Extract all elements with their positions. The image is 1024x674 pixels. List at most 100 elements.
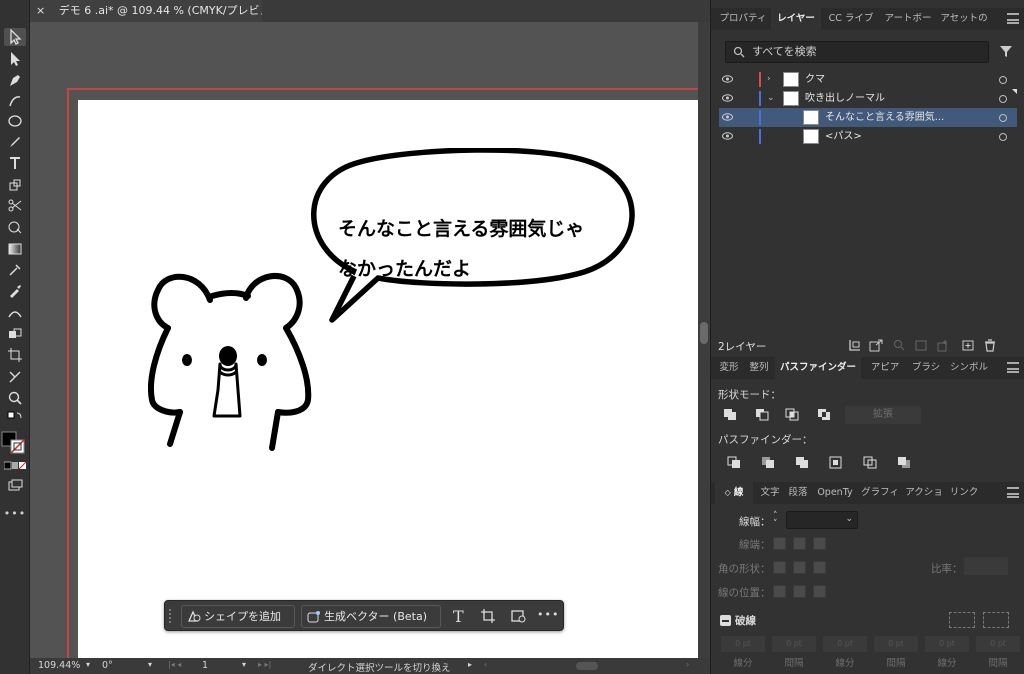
artboard[interactable]: そんなこと言える雰囲気じゃ なかったんだよ	[78, 100, 698, 658]
expand-chevron-icon[interactable]: ›	[767, 70, 771, 89]
zoom-level[interactable]: 109.44%	[38, 660, 80, 671]
chevron-down-icon[interactable]: ⌄	[845, 514, 853, 524]
crop-pathfinder-icon[interactable]	[829, 456, 843, 469]
tab-transform[interactable]: 変形	[715, 357, 743, 379]
type-tool-icon[interactable]	[4, 154, 26, 172]
trim-icon[interactable]	[761, 456, 775, 469]
selection-tool-icon[interactable]	[4, 28, 26, 46]
clipping-mask-icon[interactable]	[914, 339, 928, 352]
scissors-tool-icon[interactable]	[4, 197, 26, 215]
gap-3-input[interactable]: 0 pt	[976, 636, 1020, 652]
layer-row-balloon[interactable]: ⌄ 吹き出しノーマル	[719, 89, 1017, 108]
visibility-eye-icon[interactable]	[722, 75, 733, 83]
rotate-tool-icon[interactable]	[4, 176, 26, 194]
locate-object-icon[interactable]	[848, 339, 862, 352]
live-paint-tool-icon[interactable]	[4, 325, 26, 343]
layer-row-text[interactable]: そんなこと言える雰囲気...	[719, 108, 1017, 127]
layers-search-input[interactable]: すべてを検索	[725, 41, 989, 63]
trash-icon[interactable]	[983, 339, 997, 352]
collapse-chevron-icon[interactable]: ⌄	[767, 89, 775, 108]
scrollbar-thumb[interactable]	[700, 322, 708, 344]
minus-back-icon[interactable]	[897, 456, 911, 469]
tab-appearance[interactable]: アピア	[865, 357, 905, 379]
fill-stroke-swatch[interactable]	[0, 430, 30, 456]
dashed-checkbox[interactable]	[720, 615, 731, 626]
color-mode-icons[interactable]	[4, 460, 26, 472]
symbol-sprayer-tool-icon[interactable]	[4, 261, 26, 279]
eyedropper-tool-icon[interactable]	[4, 282, 26, 300]
dash-align-icon[interactable]	[983, 612, 1009, 628]
export-icon[interactable]	[869, 339, 883, 352]
brush-tool-icon[interactable]	[4, 133, 26, 151]
tab-properties[interactable]: プロパティ	[715, 8, 771, 30]
layer-name[interactable]: <パス>	[825, 127, 862, 146]
panel-menu-icon[interactable]	[1007, 13, 1019, 24]
tab-asset-export[interactable]: アセットの	[937, 8, 991, 30]
tab-artboards[interactable]: アートボー	[879, 8, 937, 30]
round-cap-icon[interactable]	[793, 537, 806, 550]
unite-icon[interactable]	[723, 408, 737, 421]
add-shape-button[interactable]: シェイプを追加	[181, 605, 295, 628]
screen-mode-icon[interactable]	[4, 476, 26, 494]
target-circle-icon[interactable]	[999, 114, 1007, 122]
tab-pathfinder[interactable]: パスファインダー	[775, 357, 861, 379]
gradient-tool-icon[interactable]	[4, 240, 26, 258]
merge-icon[interactable]	[795, 456, 809, 469]
align-center-icon[interactable]	[773, 585, 786, 598]
search-layer-icon[interactable]	[892, 339, 906, 352]
canvas-area[interactable]: そんなこと言える雰囲気じゃ なかったんだよ シェイプを追加 生成ベクター (Be…	[30, 22, 698, 658]
document-tab[interactable]: × デモ 6 .ai* @ 109.44 % (CMYK/プレビュー)	[30, 0, 286, 22]
edit-toolbar-icon[interactable]: •••	[4, 504, 26, 522]
slice-tool-icon[interactable]	[4, 368, 26, 386]
dash-3-input[interactable]: 0 pt	[925, 636, 969, 652]
align-inside-icon[interactable]	[793, 585, 806, 598]
tab-stroke[interactable]: ◇ 線	[715, 482, 753, 504]
visibility-eye-icon[interactable]	[722, 94, 733, 102]
square-cap-icon[interactable]	[813, 537, 826, 550]
bear-illustration[interactable]	[148, 262, 318, 462]
butt-cap-icon[interactable]	[773, 537, 786, 550]
divide-icon[interactable]	[727, 456, 741, 469]
direct-selection-tool-icon[interactable]	[4, 50, 26, 68]
exclude-icon[interactable]	[817, 408, 831, 421]
speech-text-line-1[interactable]: そんなこと言える雰囲気じゃ	[338, 214, 584, 241]
tab-layers[interactable]: レイヤー	[771, 8, 821, 30]
zoom-tool-icon[interactable]	[4, 389, 26, 407]
shape-builder-tool-icon[interactable]	[4, 218, 26, 236]
tab-graphic-styles[interactable]: グラフィ	[859, 482, 901, 504]
dash-preserve-icon[interactable]	[949, 612, 975, 628]
layer-name[interactable]: そんなこと言える雰囲気...	[825, 108, 944, 127]
stroke-menu-icon[interactable]	[1007, 487, 1019, 498]
gap-2-input[interactable]: 0 pt	[874, 636, 918, 652]
stroke-weight-input[interactable]: ⌄	[786, 511, 858, 529]
curvature-tool-icon[interactable]	[4, 92, 26, 110]
ratio-input[interactable]	[964, 557, 1008, 575]
tab-align[interactable]: 整列	[745, 357, 773, 379]
tab-symbols[interactable]: シンボル	[947, 357, 991, 379]
align-outside-icon[interactable]	[813, 585, 826, 598]
new-layer-icon[interactable]	[961, 339, 975, 352]
tab-brushes[interactable]: ブラシ	[907, 357, 945, 379]
target-circle-icon[interactable]	[999, 95, 1007, 103]
close-document-icon[interactable]: ×	[36, 4, 45, 17]
artboard-tool-icon[interactable]	[4, 346, 26, 364]
tab-opentype[interactable]: OpenTy	[813, 482, 857, 504]
swap-fill-stroke-icon[interactable]	[4, 410, 26, 424]
intersect-icon[interactable]	[785, 408, 799, 421]
tab-cc-libraries[interactable]: CC ライブ	[823, 8, 879, 30]
minus-front-icon[interactable]	[755, 408, 769, 421]
tab-character[interactable]: 文字	[757, 482, 783, 504]
dash-2-input[interactable]: 0 pt	[823, 636, 867, 652]
text-tool-icon[interactable]: T	[453, 607, 464, 626]
weight-stepper-icon[interactable]: ˄ ˅	[773, 512, 783, 529]
ellipse-tool-icon[interactable]	[4, 112, 26, 130]
more-options-icon[interactable]: •••	[537, 608, 559, 621]
expand-button[interactable]: 拡張	[845, 406, 921, 424]
layer-name[interactable]: クマ	[805, 70, 825, 89]
gap-1-input[interactable]: 0 pt	[772, 636, 816, 652]
tab-paragraph[interactable]: 段落	[785, 482, 811, 504]
visibility-eye-icon[interactable]	[722, 132, 733, 140]
drag-handle-icon[interactable]	[169, 609, 173, 623]
bevel-join-icon[interactable]	[813, 561, 826, 574]
round-join-icon[interactable]	[793, 561, 806, 574]
